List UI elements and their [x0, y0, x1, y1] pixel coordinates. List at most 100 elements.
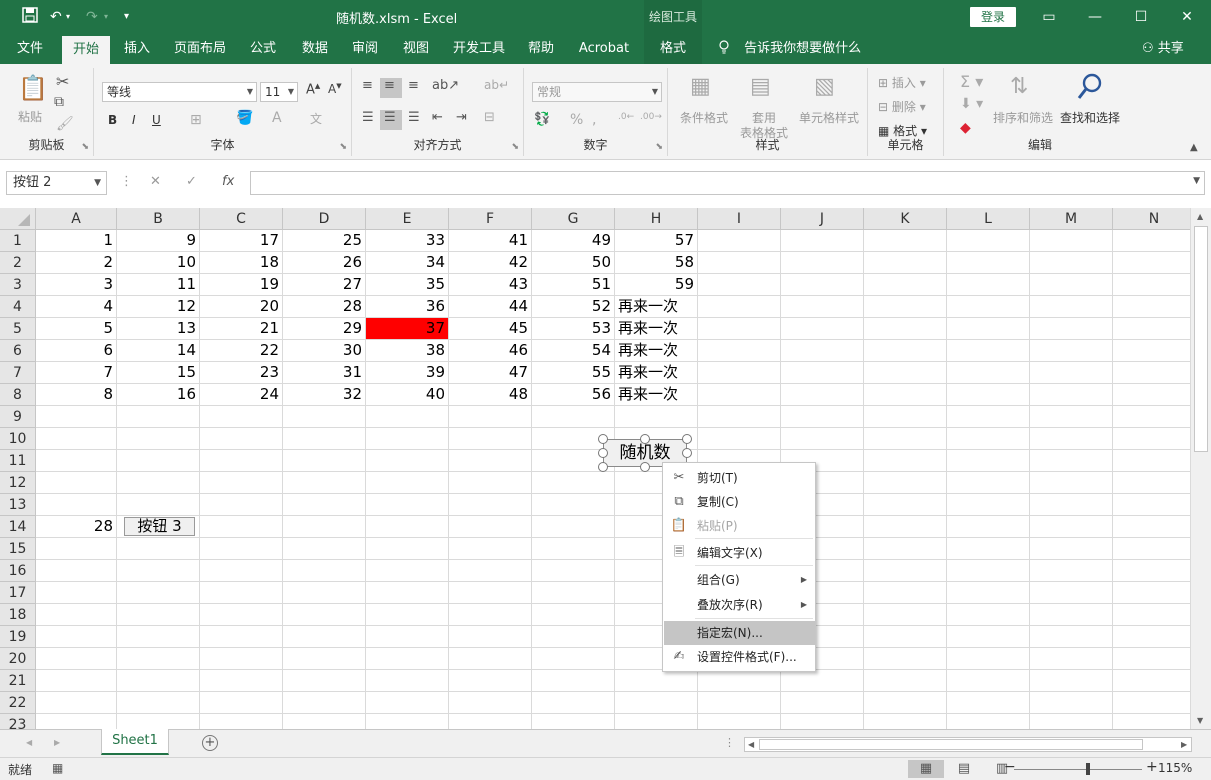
cell-G20[interactable]	[532, 648, 615, 670]
cell-M15[interactable]	[1030, 538, 1113, 560]
cell-F2[interactable]: 42	[449, 252, 532, 274]
cell-L9[interactable]	[947, 406, 1030, 428]
cell-N17[interactable]	[1113, 582, 1190, 604]
cell-B12[interactable]	[117, 472, 200, 494]
cell-B2[interactable]: 10	[117, 252, 200, 274]
resize-handle[interactable]	[682, 434, 692, 444]
cell-D12[interactable]	[283, 472, 366, 494]
cell-N7[interactable]	[1113, 362, 1190, 384]
cell-M10[interactable]	[1030, 428, 1113, 450]
align-right-icon[interactable]: ☰	[408, 110, 420, 125]
cell-L2[interactable]	[947, 252, 1030, 274]
ribbon-display-options-icon[interactable]: ▭	[1038, 6, 1060, 28]
tab-help[interactable]: 帮助	[518, 34, 564, 64]
cell-F4[interactable]: 44	[449, 296, 532, 318]
cell-M13[interactable]	[1030, 494, 1113, 516]
cell-B10[interactable]	[117, 428, 200, 450]
cell-D13[interactable]	[283, 494, 366, 516]
align-middle-icon[interactable]: ≡	[384, 78, 395, 93]
cell-C4[interactable]: 20	[200, 296, 283, 318]
cell-E7[interactable]: 39	[366, 362, 449, 384]
clipboard-launcher-icon[interactable]: ⬊	[81, 142, 89, 152]
cell-A7[interactable]: 7	[36, 362, 117, 384]
cell-E13[interactable]	[366, 494, 449, 516]
find-select-icon[interactable]	[1076, 72, 1104, 106]
cell-K9[interactable]	[864, 406, 947, 428]
cell-D16[interactable]	[283, 560, 366, 582]
cell-I6[interactable]	[698, 340, 781, 362]
cell-G16[interactable]	[532, 560, 615, 582]
row-header-21[interactable]: 21	[0, 670, 36, 692]
cell-L13[interactable]	[947, 494, 1030, 516]
cell-J7[interactable]	[781, 362, 864, 384]
scroll-left-icon[interactable]: ◀	[748, 740, 754, 749]
menu-item-copy[interactable]: ⧉ 复制(C)	[664, 490, 815, 514]
cell-L21[interactable]	[947, 670, 1030, 692]
cell-H4[interactable]: 再来一次	[615, 296, 698, 318]
cell-K18[interactable]	[864, 604, 947, 626]
cell-B20[interactable]	[117, 648, 200, 670]
tab-formulas[interactable]: 公式	[240, 34, 286, 64]
tab-home[interactable]: 开始	[62, 34, 110, 64]
cell-L3[interactable]	[947, 274, 1030, 296]
spreadsheet-grid[interactable]: A B C D E F G H I J K L M N 1 1 9 17 25 33 41 49 57 2 2 10 18 26 34 4…	[0, 208, 1190, 729]
cell-L10[interactable]	[947, 428, 1030, 450]
horizontal-scrollbar[interactable]: ◀ ▶	[744, 737, 1192, 752]
cell-J6[interactable]	[781, 340, 864, 362]
select-all-corner[interactable]	[0, 208, 36, 230]
zoom-in-icon[interactable]: +	[1146, 759, 1158, 775]
cell-M20[interactable]	[1030, 648, 1113, 670]
cell-C18[interactable]	[200, 604, 283, 626]
cell-L20[interactable]	[947, 648, 1030, 670]
cell-H6[interactable]: 再来一次	[615, 340, 698, 362]
vertical-scrollbar[interactable]: ▲ ▼	[1190, 208, 1211, 729]
grow-font-icon[interactable]: A▲	[306, 82, 320, 97]
zoom-slider-thumb[interactable]	[1086, 763, 1090, 775]
cell-H22[interactable]	[615, 692, 698, 714]
cell-N14[interactable]	[1113, 516, 1190, 538]
decrease-indent-icon[interactable]: ⇤	[432, 110, 443, 125]
cell-A13[interactable]	[36, 494, 117, 516]
minimize-icon[interactable]: —	[1084, 6, 1106, 28]
cell-A14[interactable]: 28	[36, 516, 117, 538]
cell-F23[interactable]	[449, 714, 532, 729]
cell-L4[interactable]	[947, 296, 1030, 318]
cell-B7[interactable]: 15	[117, 362, 200, 384]
cell-C9[interactable]	[200, 406, 283, 428]
maximize-icon[interactable]: ☐	[1130, 6, 1152, 28]
resize-handle[interactable]	[598, 434, 608, 444]
cell-D18[interactable]	[283, 604, 366, 626]
font-launcher-icon[interactable]: ⬊	[339, 142, 347, 152]
cell-H5[interactable]: 再来一次	[615, 318, 698, 340]
tell-me-box[interactable]: 告诉我你想要做什么	[718, 34, 861, 64]
cell-K6[interactable]	[864, 340, 947, 362]
cell-J22[interactable]	[781, 692, 864, 714]
cell-F11[interactable]	[449, 450, 532, 472]
cell-N4[interactable]	[1113, 296, 1190, 318]
cell-I7[interactable]	[698, 362, 781, 384]
cell-L17[interactable]	[947, 582, 1030, 604]
cell-B6[interactable]: 14	[117, 340, 200, 362]
cell-C13[interactable]	[200, 494, 283, 516]
cut-icon[interactable]: ✂	[56, 72, 69, 91]
cell-G18[interactable]	[532, 604, 615, 626]
cell-C3[interactable]: 19	[200, 274, 283, 296]
row-header-20[interactable]: 20	[0, 648, 36, 670]
font-name-dropdown[interactable]: 等线 ▼	[102, 82, 257, 102]
cell-K11[interactable]	[864, 450, 947, 472]
horizontal-scroll-thumb[interactable]	[759, 739, 1143, 750]
cell-I22[interactable]	[698, 692, 781, 714]
cell-F10[interactable]	[449, 428, 532, 450]
cell-L5[interactable]	[947, 318, 1030, 340]
cell-J5[interactable]	[781, 318, 864, 340]
cell-F22[interactable]	[449, 692, 532, 714]
tab-developer[interactable]: 开发工具	[444, 34, 514, 64]
cell-D17[interactable]	[283, 582, 366, 604]
cell-H21[interactable]	[615, 670, 698, 692]
shrink-font-icon[interactable]: A▼	[328, 82, 342, 96]
cell-N2[interactable]	[1113, 252, 1190, 274]
cell-N22[interactable]	[1113, 692, 1190, 714]
cell-J10[interactable]	[781, 428, 864, 450]
column-header-A[interactable]: A	[36, 208, 117, 230]
row-header-19[interactable]: 19	[0, 626, 36, 648]
